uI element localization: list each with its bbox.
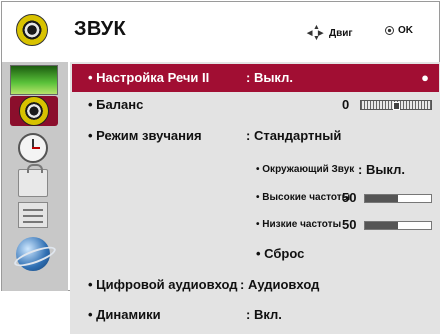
sidebar-item-sound[interactable] xyxy=(10,96,58,126)
speaker-icon xyxy=(19,96,49,126)
balance-thumb[interactable] xyxy=(393,102,400,110)
sound-mode-label: • Режим звучания xyxy=(88,128,202,143)
ok-hint: OK xyxy=(385,25,413,36)
balance-slider[interactable] xyxy=(360,100,432,110)
speaker-icon xyxy=(16,14,48,46)
clock-icon[interactable] xyxy=(18,133,48,163)
move-hint: ▲ ◀ ▶ ▼ Двиг xyxy=(307,24,353,42)
speakers-value: : Вкл. xyxy=(246,307,282,322)
bass-label: • Низкие частоты xyxy=(256,219,342,230)
menu-item-treble[interactable]: • Высокие частоты 50 xyxy=(256,188,436,208)
treble-slider[interactable] xyxy=(364,194,432,203)
menu-item-speech[interactable]: • Настройка Речи II : Выкл. ● xyxy=(72,64,439,92)
ok-label: OK xyxy=(398,25,413,36)
speech-value: : Выкл. xyxy=(246,70,293,85)
menu-item-surround[interactable]: • Окружающий Звук : Выкл. xyxy=(256,160,436,180)
lock-icon[interactable] xyxy=(18,164,48,197)
option-icon[interactable] xyxy=(18,202,48,228)
category-sidebar xyxy=(2,62,68,291)
balance-value: 0 xyxy=(342,97,350,112)
page-title: ЗВУК xyxy=(74,18,127,40)
surround-value: : Выкл. xyxy=(358,162,405,177)
speech-label: • Настройка Речи II xyxy=(88,70,210,85)
reset-label: • Сброс xyxy=(256,246,305,261)
bass-slider[interactable] xyxy=(364,221,432,230)
menu-item-balance[interactable]: • Баланс 0 xyxy=(88,95,438,115)
digital-out-label: • Цифровой аудиовход xyxy=(88,277,238,292)
ok-button-icon xyxy=(385,26,394,35)
menu-item-bass[interactable]: • Низкие частоты 50 xyxy=(256,215,436,235)
menu-header: ЗВУК ▲ ◀ ▶ ▼ Двиг OK xyxy=(2,2,439,62)
speakers-label: • Динамики xyxy=(88,307,161,322)
dpad-icon: ▲ ◀ ▶ ▼ xyxy=(307,24,324,42)
menu-item-speakers[interactable]: • Динамики : Вкл. xyxy=(88,305,428,325)
lightbulb-icon: ● xyxy=(421,70,429,85)
globe-icon[interactable] xyxy=(16,237,50,271)
treble-fill xyxy=(365,195,398,202)
menu-item-digital-out[interactable]: • Цифровой аудиовход : Аудиовход xyxy=(88,275,428,295)
bass-value: 50 xyxy=(342,217,357,232)
treble-value: 50 xyxy=(342,190,357,205)
move-label: Двиг xyxy=(329,27,353,39)
treble-label: • Высокие частоты xyxy=(256,192,351,203)
sound-mode-value: : Стандартный xyxy=(246,128,342,143)
tv-icon[interactable] xyxy=(10,65,58,100)
digital-out-value: : Аудиовход xyxy=(240,277,320,292)
surround-label: • Окружающий Звук xyxy=(256,164,355,175)
bass-fill xyxy=(365,222,398,229)
balance-label: • Баланс xyxy=(88,97,144,112)
